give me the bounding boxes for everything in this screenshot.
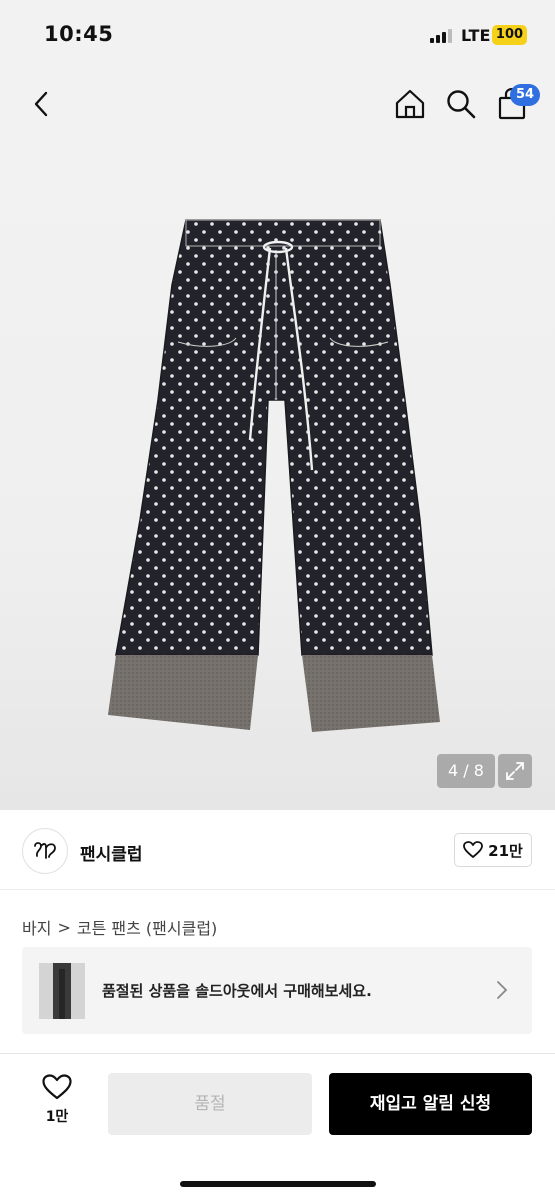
home-icon xyxy=(395,89,425,119)
search-button[interactable] xyxy=(443,86,479,122)
breadcrumb-category[interactable]: 바지 xyxy=(22,915,51,939)
search-icon xyxy=(447,90,476,119)
breadcrumb-product: 코튼 팬츠 (팬시클럽) xyxy=(76,919,218,938)
top-nav: 54 xyxy=(0,70,555,140)
restock-alert-button[interactable]: 재입고 알림 신청 xyxy=(329,1073,532,1135)
wishlist-button[interactable]: 1만 xyxy=(30,1074,84,1134)
signal-icon xyxy=(430,29,456,43)
brand-logo-button[interactable] xyxy=(22,828,68,874)
brand-row: 팬시클럽 21만 xyxy=(0,810,555,890)
heart-outline-icon xyxy=(463,841,484,858)
heart-icon xyxy=(42,1074,72,1100)
chevron-left-icon xyxy=(34,91,48,117)
wishlist-count: 1만 xyxy=(45,1109,69,1125)
home-indicator xyxy=(180,1181,376,1187)
brand-name[interactable]: 팬시클럽 xyxy=(80,840,143,865)
brand-like-count: 21만 xyxy=(488,841,523,860)
cart-count-badge: 54 xyxy=(510,84,540,106)
expand-icon xyxy=(506,762,524,780)
status-bar: 10:45 LTE 100 xyxy=(0,0,555,70)
home-button[interactable] xyxy=(392,86,428,122)
soldout-button: 품절 xyxy=(108,1073,312,1135)
breadcrumb-separator: > xyxy=(57,917,71,937)
brand-logo-icon xyxy=(34,842,56,859)
expand-button[interactable] xyxy=(498,754,532,788)
network-label: LTE xyxy=(461,26,491,45)
soldout-banner[interactable]: 품절된 상품을 솔드아웃에서 구매해보세요. xyxy=(22,947,532,1034)
product-image-carousel[interactable]: 4 / 8 xyxy=(0,140,555,810)
chevron-right-icon xyxy=(497,981,508,999)
banner-thumbnail xyxy=(39,963,85,1019)
brand-like-button[interactable]: 21만 xyxy=(454,833,532,867)
product-image xyxy=(108,219,440,732)
breadcrumb: 바지 > 코튼 팬츠 (팬시클럽) xyxy=(22,915,217,939)
bottom-action-bar: 1만 품절 재입고 알림 신청 xyxy=(0,1053,555,1200)
image-counter: 4 / 8 xyxy=(437,754,495,788)
back-button[interactable] xyxy=(26,86,56,122)
battery-indicator: 100 xyxy=(492,25,527,45)
status-time: 10:45 xyxy=(44,22,114,46)
banner-text: 품절된 상품을 솔드아웃에서 구매해보세요. xyxy=(102,982,372,1000)
